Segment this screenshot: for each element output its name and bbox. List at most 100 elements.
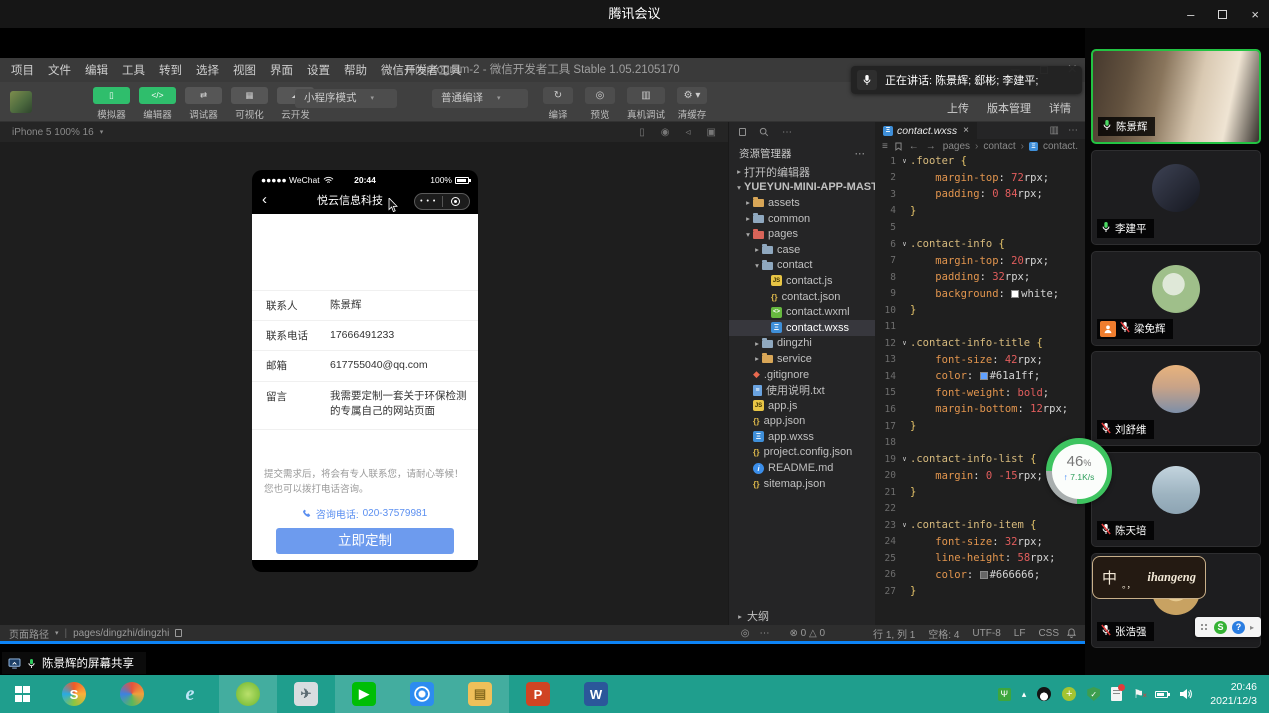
participant-tile-梁免辉[interactable]: 梁免辉	[1091, 251, 1261, 346]
grid-icon[interactable]	[1200, 623, 1209, 632]
qq-icon[interactable]	[1037, 687, 1051, 701]
code-line[interactable]: 7 margin-top: 20rpx;	[875, 252, 1085, 269]
code-line[interactable]: 11	[875, 318, 1085, 335]
tree-item-contact.wxml[interactable]: <>contact.wxml	[729, 304, 875, 320]
mode-模拟器[interactable]: ▯模拟器	[93, 87, 130, 121]
tree-item-contact.js[interactable]: JScontact.js	[729, 273, 875, 289]
list-icon[interactable]: ≡	[882, 141, 888, 152]
code-line[interactable]: 23∨.contact-info-item {	[875, 517, 1085, 534]
tree-item-case[interactable]: ▸case	[729, 242, 875, 258]
help-icon[interactable]: ?	[1232, 621, 1245, 634]
flag-error-icon[interactable]: ⚑×	[1133, 687, 1144, 701]
code-line[interactable]: 17}	[875, 418, 1085, 435]
code-area[interactable]: 1∨.footer {2 margin-top: 72rpx;3 padding…	[875, 153, 1085, 625]
menu-item-选择[interactable]: 选择	[189, 62, 226, 78]
menu-item-微信开发者工具[interactable]: 微信开发者工具	[374, 62, 469, 78]
code-line[interactable]: 16 margin-bottom: 12rpx;	[875, 401, 1085, 418]
participant-tile-刘舒维[interactable]: 刘舒维	[1091, 351, 1261, 446]
copy-path-icon[interactable]	[175, 629, 182, 637]
breadcrumb-contact[interactable]: contact	[983, 141, 1015, 152]
more-menu-button[interactable]: • • •	[415, 198, 442, 205]
tree-item-sitemap.json[interactable]: {}sitemap.json	[729, 476, 875, 492]
code-line[interactable]: 6∨.contact-info {	[875, 236, 1085, 253]
action-真机调试[interactable]: ▥真机调试	[627, 87, 665, 121]
menu-item-转到[interactable]: 转到	[152, 62, 189, 78]
code-line[interactable]: 27}	[875, 583, 1085, 600]
menu-item-工具[interactable]: 工具	[115, 62, 152, 78]
code-line[interactable]: 13 font-size: 42rpx;	[875, 352, 1085, 369]
taskbar-powerpoint[interactable]: P	[509, 675, 567, 713]
participant-tile-陈天培[interactable]: 陈天培	[1091, 452, 1261, 547]
home-button[interactable]	[443, 197, 470, 206]
tree-item-使用说明.txt[interactable]: ≡使用说明.txt	[729, 382, 875, 398]
statusbar-空格: 4[interactable]: 空格: 4	[928, 626, 959, 641]
close-icon[interactable]: ×	[1251, 8, 1259, 21]
action-预览[interactable]: ◎预览	[585, 87, 615, 121]
explorer-more-icon[interactable]: ⋯	[855, 148, 866, 160]
menu-item-界面[interactable]: 界面	[263, 62, 300, 78]
code-line[interactable]: 3 padding: 0 84rpx;	[875, 186, 1085, 203]
code-line[interactable]: 4}	[875, 203, 1085, 220]
simulator-toolbar-icon-1[interactable]: ◉	[661, 127, 670, 138]
tree-item-common[interactable]: ▸common	[729, 211, 875, 227]
hotline[interactable]: 咨询电话: 020-37579981	[252, 506, 478, 521]
tree-item-pages[interactable]: ▾pages	[729, 226, 875, 242]
start-button[interactable]	[0, 675, 45, 713]
menu-item-设置[interactable]: 设置	[300, 62, 337, 78]
collapse-icon[interactable]: ▸	[1250, 623, 1254, 632]
bookmark-icon[interactable]	[895, 142, 902, 151]
tab-close-icon[interactable]: ×	[963, 125, 969, 136]
simulator-toolbar-icon-0[interactable]: ▯	[639, 127, 645, 138]
tree-item-contact.json[interactable]: {}contact.json	[729, 289, 875, 305]
code-line[interactable]: 5	[875, 219, 1085, 236]
participant-tile-陈景辉[interactable]: 陈景辉	[1091, 49, 1261, 144]
toolbar-right-详情[interactable]: 详情	[1049, 100, 1071, 116]
bell-icon[interactable]	[1067, 628, 1076, 638]
doc-alert-icon[interactable]	[1111, 687, 1122, 701]
taskbar-sogou-pinyin[interactable]: S	[45, 675, 103, 713]
code-line[interactable]: 12∨.contact-info-title {	[875, 335, 1085, 352]
tree-item-app.json[interactable]: {}app.json	[729, 414, 875, 430]
menu-item-帮助[interactable]: 帮助	[337, 62, 374, 78]
simulator-toolbar-icon-3[interactable]: ▣	[707, 127, 716, 138]
menu-item-文件[interactable]: 文件	[41, 62, 78, 78]
statusbar-CSS[interactable]: CSS	[1038, 628, 1059, 639]
taskbar-browser-360[interactable]	[103, 675, 161, 713]
taskbar-internet-explorer[interactable]: e	[161, 675, 219, 713]
tab-contact-wxss[interactable]: Ξ contact.wxss ×	[875, 122, 977, 139]
tree-item-YUEYUN-MINI-APP-MASTER[interactable]: ▾YUEYUN-MINI-APP-MASTER	[729, 180, 875, 196]
action-清缓存[interactable]: ⚙ ▾清缓存	[677, 87, 707, 121]
split-editor-icon[interactable]: ▥	[1050, 125, 1059, 136]
toolbar-right-版本管理[interactable]: 版本管理	[987, 100, 1031, 116]
statusbar-行 1, 列 1[interactable]: 行 1, 列 1	[873, 626, 915, 641]
compile-select[interactable]: 普通编译▾	[432, 89, 528, 108]
outline-section[interactable]: ▸ 大纲	[729, 608, 769, 624]
tree-item-service[interactable]: ▸service	[729, 351, 875, 367]
code-line[interactable]: 26 color: #666666;	[875, 567, 1085, 584]
menu-item-编辑[interactable]: 编辑	[78, 62, 115, 78]
editor-more-icon[interactable]: ⋯	[1068, 125, 1078, 136]
device-bar[interactable]: iPhone 5 100% 16 ▾ ▯◉◃▣	[0, 122, 728, 142]
back-icon[interactable]: ‹	[262, 191, 267, 208]
statusbar-more-icon[interactable]: ⋯	[760, 628, 770, 639]
ime-mode[interactable]: 中	[1102, 567, 1117, 588]
path-label[interactable]: 页面路径	[9, 626, 49, 641]
taskbar-360-safe[interactable]	[219, 675, 277, 713]
mode-编辑器[interactable]: </>编辑器	[139, 87, 176, 121]
tree-item-dingzhi[interactable]: ▸dingzhi	[729, 336, 875, 352]
tree-item-contact[interactable]: ▾contact	[729, 258, 875, 274]
breadcrumb-contact.[interactable]: contact.	[1043, 141, 1078, 152]
nav-forward-icon[interactable]: →	[926, 141, 936, 152]
breadcrumb-pages[interactable]: pages	[943, 141, 970, 152]
taskbar-clock[interactable]: 20:46 2021/12/3	[1203, 680, 1269, 708]
minimize-icon[interactable]: –	[1187, 8, 1194, 21]
eye-icon[interactable]: ◎	[741, 628, 750, 639]
caret-up-icon[interactable]: ▴	[1022, 689, 1027, 700]
mode-select[interactable]: 小程序模式▾	[295, 89, 397, 108]
mode-可视化[interactable]: ▦可视化	[231, 87, 268, 121]
tree-item-assets[interactable]: ▸assets	[729, 195, 875, 211]
mode-调试器[interactable]: ⇄调试器	[185, 87, 222, 121]
restore-icon[interactable]	[1218, 10, 1227, 19]
taskbar-iqiyi[interactable]: ▶	[335, 675, 393, 713]
tree-item-.gitignore[interactable]: ◆.gitignore	[729, 367, 875, 383]
